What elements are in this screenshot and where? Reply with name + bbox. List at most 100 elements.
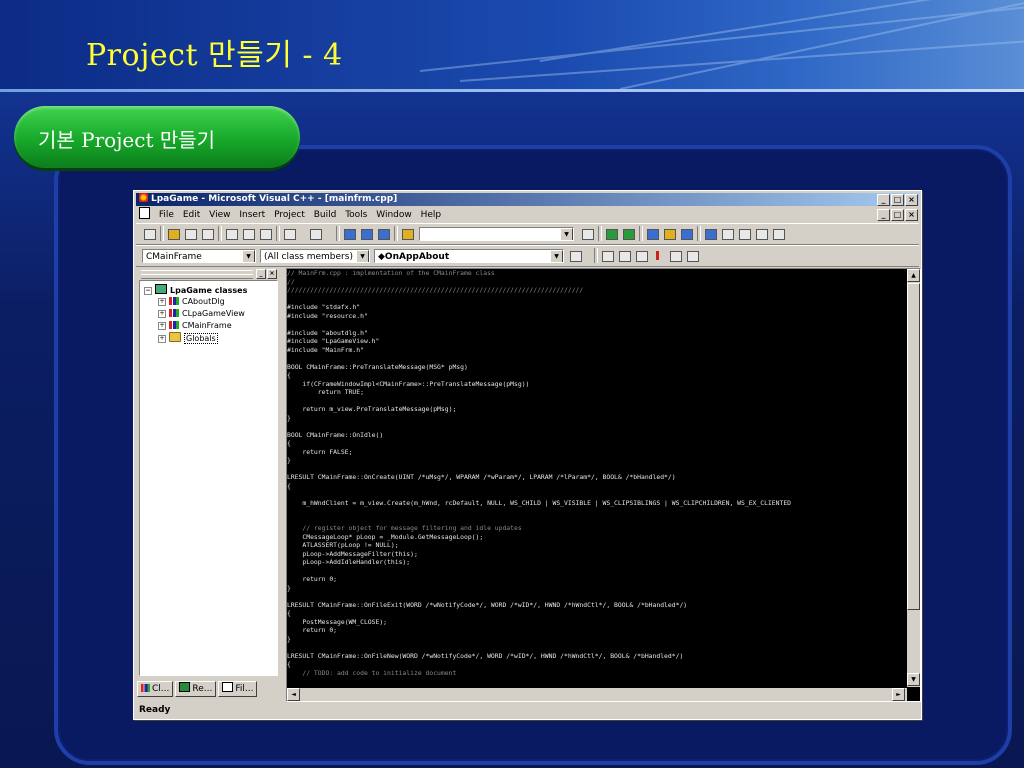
code-line[interactable]	[287, 507, 905, 516]
workspace-icon[interactable]	[342, 227, 356, 240]
code-line[interactable]: #include "LpaGameView.h"	[287, 337, 905, 346]
code-line[interactable]	[287, 422, 905, 431]
code-line[interactable]: // register object for message filtering…	[287, 524, 905, 533]
find-in-files-icon[interactable]	[400, 227, 414, 240]
code-line[interactable]: // TODO: add code to initialize document	[287, 669, 905, 678]
stop-build-icon[interactable]	[634, 249, 648, 262]
tree-item[interactable]: + CAboutDlg	[158, 296, 225, 307]
breakpoint-icon[interactable]	[685, 249, 699, 262]
code-line[interactable]: #include "aboutdlg.h"	[287, 329, 905, 338]
members-combo[interactable]: (All class members) ▼	[260, 249, 370, 263]
code-line[interactable]: }	[287, 584, 905, 593]
compile-icon[interactable]	[600, 249, 614, 262]
code-line[interactable]	[287, 677, 905, 685]
save-icon[interactable]	[183, 227, 197, 240]
chevron-down-icon[interactable]: ▼	[242, 250, 255, 262]
code-line[interactable]: m_hWndClient = m_view.Create(m_hWnd, rcD…	[287, 499, 905, 508]
debug-go-icon[interactable]	[668, 249, 682, 262]
document-icon[interactable]	[139, 207, 150, 219]
code-line[interactable]: // MainFrm.cpp : implmentation of the CM…	[287, 269, 905, 278]
cut-icon[interactable]	[224, 227, 238, 240]
window-list-icon[interactable]	[376, 227, 390, 240]
maximize-button[interactable]: □	[891, 194, 904, 206]
open-folder-icon[interactable]	[166, 227, 180, 240]
chevron-down-icon[interactable]: ▼	[550, 250, 563, 262]
menu-view[interactable]: View	[209, 210, 230, 220]
class-tree-icon[interactable]	[621, 227, 635, 240]
mdi-close-button[interactable]: ×	[905, 209, 918, 221]
pane-restore-button[interactable]: _	[256, 269, 266, 279]
scroll-left-icon[interactable]: ◄	[287, 688, 300, 701]
window-titlebar[interactable]: LpaGame - Microsoft Visual C++ - [mainfr…	[136, 193, 919, 206]
horizontal-scrollbar[interactable]: ◄ ►	[287, 688, 907, 701]
code-line[interactable]: return TRUE;	[287, 388, 905, 397]
code-line[interactable]	[287, 643, 905, 652]
minimize-button[interactable]: _	[877, 194, 890, 206]
execute-icon[interactable]	[651, 249, 665, 262]
mdi-restore-button[interactable]: □	[891, 209, 904, 221]
pane-close-button[interactable]: ×	[267, 269, 277, 279]
code-line[interactable]: }	[287, 414, 905, 423]
menu-insert[interactable]: Insert	[239, 210, 265, 220]
code-line[interactable]	[287, 320, 905, 329]
code-line[interactable]	[287, 516, 905, 525]
help-icon[interactable]	[771, 227, 785, 240]
function-combo[interactable]: ◆OnAppAbout ▼	[374, 249, 564, 263]
collapse-icon[interactable]: −	[144, 287, 152, 295]
code-line[interactable]: LRESULT CMainFrame::OnFileExit(WORD /*wN…	[287, 601, 905, 610]
code-line[interactable]: ////////////////////////////////////////…	[287, 286, 905, 295]
new-file-icon[interactable]	[142, 227, 156, 240]
scroll-up-icon[interactable]: ▲	[907, 269, 920, 282]
code-line[interactable]: {	[287, 482, 905, 491]
code-line[interactable]: }	[287, 635, 905, 644]
find-combo[interactable]: ▼	[419, 227, 574, 241]
code-line[interactable]: ATLASSERT(pLoop != NULL);	[287, 541, 905, 550]
menu-project[interactable]: Project	[274, 210, 305, 220]
expand-icon[interactable]: +	[158, 310, 166, 318]
expand-icon[interactable]: +	[158, 335, 166, 343]
save-all-icon[interactable]	[200, 227, 214, 240]
pane-grip[interactable]	[141, 274, 253, 279]
menu-edit[interactable]: Edit	[183, 210, 200, 220]
code-line[interactable]	[287, 465, 905, 474]
code-line[interactable]: LRESULT CMainFrame::OnCreate(UINT /*uMsg…	[287, 473, 905, 482]
code-line[interactable]: return 0;	[287, 626, 905, 635]
code-line[interactable]	[287, 490, 905, 499]
code-line[interactable]	[287, 567, 905, 576]
menu-tools[interactable]: Tools	[345, 210, 367, 220]
mdi-minimize-button[interactable]: _	[877, 209, 890, 221]
expand-icon[interactable]: +	[158, 322, 166, 330]
wizard-action-icon[interactable]	[568, 249, 582, 262]
menu-build[interactable]: Build	[314, 210, 337, 220]
build-tree-icon[interactable]	[604, 227, 618, 240]
page-icon[interactable]	[720, 227, 734, 240]
tree-item[interactable]: + Globals	[158, 332, 218, 344]
code-line[interactable]: #include "MainFrm.h"	[287, 346, 905, 355]
tab-classview[interactable]: Cl...	[137, 681, 174, 697]
code-line[interactable]: {	[287, 371, 905, 380]
fullscreen-icon[interactable]	[703, 227, 717, 240]
code-line[interactable]: #include "stdafx.h"	[287, 303, 905, 312]
tab-fileview[interactable]: Fil...	[218, 681, 258, 697]
vertical-scrollbar[interactable]: ▲ ▼	[907, 269, 920, 687]
code-line[interactable]: //	[287, 278, 905, 287]
code-line[interactable]: }	[287, 456, 905, 465]
code-line[interactable]: BOOL CMainFrame::PreTranslateMessage(MSG…	[287, 363, 905, 372]
code-line[interactable]	[287, 354, 905, 363]
redo-icon[interactable]	[308, 227, 322, 240]
tree-item[interactable]: + CMainFrame	[158, 320, 232, 331]
toggle-icon[interactable]	[645, 227, 659, 240]
tab-resourceview[interactable]: Re...	[175, 681, 217, 697]
scroll-down-icon[interactable]: ▼	[907, 673, 920, 686]
expand-icon[interactable]: +	[158, 298, 166, 306]
code-line[interactable]	[287, 295, 905, 304]
code-line[interactable]: #include "resource.h"	[287, 312, 905, 321]
code-line[interactable]: {	[287, 439, 905, 448]
tree-root[interactable]: − LpaGame classes	[144, 284, 247, 295]
menu-window[interactable]: Window	[376, 210, 412, 220]
code-line[interactable]: return 0;	[287, 575, 905, 584]
code-line[interactable]: return FALSE;	[287, 448, 905, 457]
code-line[interactable]: {	[287, 609, 905, 618]
tree-item[interactable]: + CLpaGameView	[158, 308, 245, 319]
code-line[interactable]: BOOL CMainFrame::OnIdle()	[287, 431, 905, 440]
